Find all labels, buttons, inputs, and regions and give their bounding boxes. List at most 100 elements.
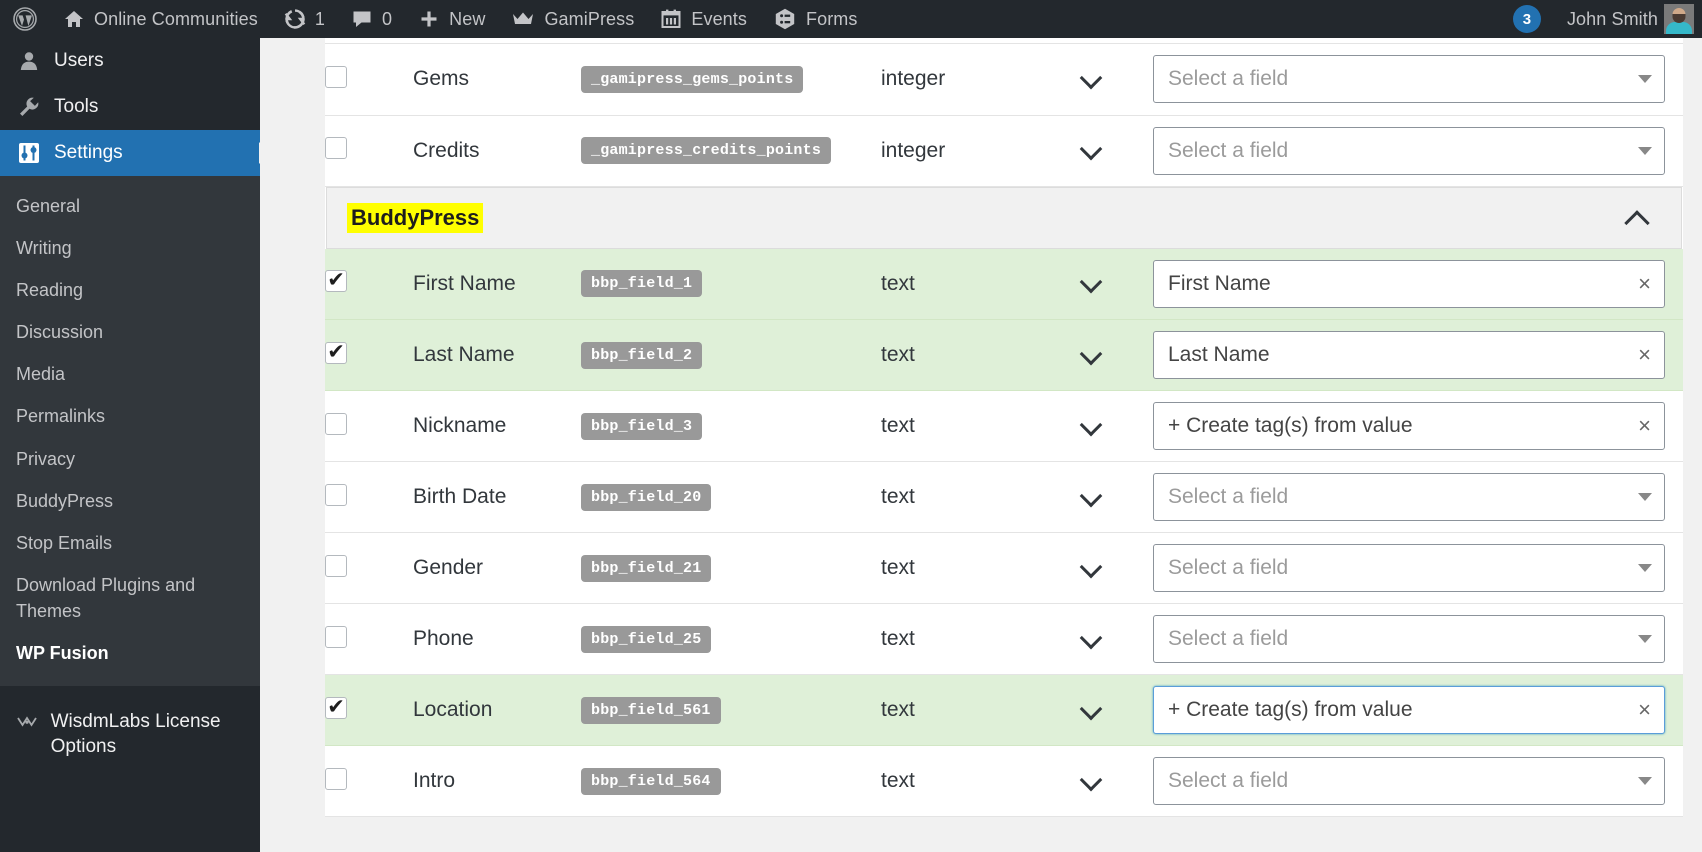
crm-field-select[interactable]: Select a field (1153, 615, 1665, 663)
row-type-dropdown-cell[interactable] (1081, 248, 1153, 320)
row-type-dropdown-cell[interactable] (1081, 319, 1153, 391)
row-checkbox[interactable] (325, 412, 347, 435)
my-account-menu[interactable]: John Smith (1554, 0, 1664, 38)
row-checkbox-cell[interactable] (325, 248, 413, 320)
table-row[interactable]: Nickname bbp_field_3 text + Create tag(s… (325, 390, 1683, 462)
row-type-dropdown-cell[interactable] (1081, 461, 1153, 533)
clear-selection-icon[interactable]: × (1638, 415, 1651, 437)
site-name-menu[interactable]: Online Communities (50, 0, 271, 38)
sidebar-subitem-permalinks[interactable]: Permalinks (0, 395, 260, 437)
row-checkbox[interactable] (325, 625, 347, 648)
table-row[interactable]: First Name bbp_field_1 text First Name (325, 248, 1683, 320)
row-checkbox-cell[interactable] (325, 319, 413, 391)
crm-field-select[interactable]: First Name × (1153, 259, 1665, 308)
row-checkbox-cell[interactable] (325, 390, 413, 462)
row-checkbox[interactable] (325, 696, 347, 719)
chevron-down-icon[interactable] (1081, 342, 1103, 364)
comments-menu[interactable]: 0 (338, 0, 405, 38)
events-menu[interactable]: Events (647, 0, 760, 38)
sidebar-subitem-privacy[interactable]: Privacy (0, 438, 260, 480)
row-type-dropdown-cell[interactable] (1081, 115, 1153, 187)
row-select-cell[interactable]: Select a field (1153, 532, 1683, 604)
row-checkbox-cell[interactable] (325, 674, 413, 746)
row-checkbox[interactable] (325, 483, 347, 506)
chevron-down-icon[interactable] (1081, 66, 1103, 88)
forms-menu[interactable]: Forms (760, 0, 871, 38)
crm-field-select[interactable]: Select a field (1153, 757, 1665, 805)
row-checkbox-cell[interactable] (325, 603, 413, 675)
chevron-up-icon[interactable] (1625, 205, 1651, 231)
row-select-cell[interactable]: Select a field (1153, 44, 1683, 116)
row-select-cell[interactable]: Select a field (1153, 745, 1683, 817)
row-type-dropdown-cell[interactable] (1081, 44, 1153, 116)
row-select-cell[interactable]: Select a field (1153, 461, 1683, 533)
gamipress-menu[interactable]: GamiPress (498, 0, 647, 38)
crm-field-select[interactable]: Select a field (1153, 544, 1665, 592)
row-type-dropdown-cell[interactable] (1081, 745, 1153, 817)
crm-field-select[interactable]: + Create tag(s) from value × (1153, 686, 1665, 734)
row-type-dropdown-cell[interactable] (1081, 603, 1153, 675)
sidebar-subitem-discussion[interactable]: Discussion (0, 311, 260, 353)
sidebar-subitem-general[interactable]: General (0, 185, 260, 227)
chevron-down-icon[interactable] (1081, 626, 1103, 648)
row-select-cell[interactable]: Last Name × (1153, 319, 1683, 391)
crm-field-select[interactable]: Select a field (1153, 126, 1665, 175)
chevron-down-icon[interactable] (1081, 413, 1103, 435)
sidebar-subitem-writing[interactable]: Writing (0, 227, 260, 269)
table-row[interactable]: Birth Date bbp_field_20 text Select a fi… (325, 461, 1683, 533)
row-select-cell[interactable]: + Create tag(s) from value × (1153, 390, 1683, 462)
table-row[interactable]: Gender bbp_field_21 text Select a field (325, 532, 1683, 604)
sidebar-subitem-reading[interactable]: Reading (0, 269, 260, 311)
chevron-down-icon[interactable] (1081, 137, 1103, 159)
row-checkbox[interactable] (325, 137, 347, 159)
row-checkbox[interactable] (325, 65, 347, 88)
sidebar-item-settings[interactable]: Settings (0, 130, 260, 176)
table-row[interactable]: Gems _gamipress_gems_points integer Sele… (325, 44, 1683, 116)
row-checkbox[interactable] (325, 767, 347, 790)
row-checkbox-cell[interactable] (325, 461, 413, 533)
row-select-cell[interactable]: Select a field (1153, 115, 1683, 187)
chevron-down-icon[interactable] (1081, 768, 1103, 790)
clear-selection-icon[interactable]: × (1638, 272, 1651, 295)
chevron-down-icon[interactable] (1081, 270, 1103, 292)
sidebar-item-wisdmlabs-license-options[interactable]: WisdmLabs License Options (0, 700, 260, 769)
wp-logo-menu[interactable] (0, 0, 50, 38)
table-row[interactable]: Credits _gamipress_credits_points intege… (325, 115, 1683, 187)
row-select-cell[interactable]: + Create tag(s) from value × (1153, 674, 1683, 746)
clear-selection-icon[interactable]: × (1638, 699, 1651, 721)
group-header-buddypress[interactable]: BuddyPress (326, 186, 1682, 249)
chevron-down-icon[interactable] (1081, 697, 1103, 719)
sidebar-subitem-download-plugins-and-themes[interactable]: Download Plugins and Themes (0, 564, 225, 632)
row-checkbox-cell[interactable] (325, 745, 413, 817)
sidebar-subitem-media[interactable]: Media (0, 353, 260, 395)
sidebar-subitem-wp-fusion[interactable]: WP Fusion (0, 632, 260, 674)
new-content-menu[interactable]: New (405, 0, 498, 38)
crm-field-select[interactable]: Last Name × (1153, 331, 1665, 379)
row-select-cell[interactable]: Select a field (1153, 603, 1683, 675)
row-type-dropdown-cell[interactable] (1081, 390, 1153, 462)
notifications-menu[interactable]: 3 (1500, 0, 1554, 38)
avatar[interactable] (1664, 0, 1702, 38)
sidebar-subitem-stop-emails[interactable]: Stop Emails (0, 522, 260, 564)
sidebar-subitem-buddypress[interactable]: BuddyPress (0, 480, 260, 522)
crm-field-select[interactable]: Select a field (1153, 55, 1665, 104)
chevron-down-icon[interactable] (1081, 484, 1103, 506)
clear-selection-icon[interactable]: × (1638, 344, 1651, 366)
row-checkbox-cell[interactable] (325, 532, 413, 604)
table-row[interactable]: Intro bbp_field_564 text Select a field (325, 745, 1683, 817)
row-checkbox[interactable] (325, 270, 347, 293)
row-checkbox[interactable] (325, 341, 347, 364)
sidebar-item-users[interactable]: Users (0, 38, 260, 84)
updates-menu[interactable]: 1 (271, 0, 338, 38)
row-checkbox-cell[interactable] (325, 115, 413, 187)
row-checkbox[interactable] (325, 554, 347, 577)
crm-field-select[interactable]: Select a field (1153, 473, 1665, 521)
row-checkbox-cell[interactable] (325, 44, 413, 116)
table-row[interactable]: Location bbp_field_561 text + Create tag… (325, 674, 1683, 746)
row-type-dropdown-cell[interactable] (1081, 532, 1153, 604)
sidebar-item-tools[interactable]: Tools (0, 84, 260, 130)
row-select-cell[interactable]: First Name × (1153, 248, 1683, 320)
row-type-dropdown-cell[interactable] (1081, 674, 1153, 746)
crm-field-select[interactable]: + Create tag(s) from value × (1153, 402, 1665, 450)
chevron-down-icon[interactable] (1081, 555, 1103, 577)
